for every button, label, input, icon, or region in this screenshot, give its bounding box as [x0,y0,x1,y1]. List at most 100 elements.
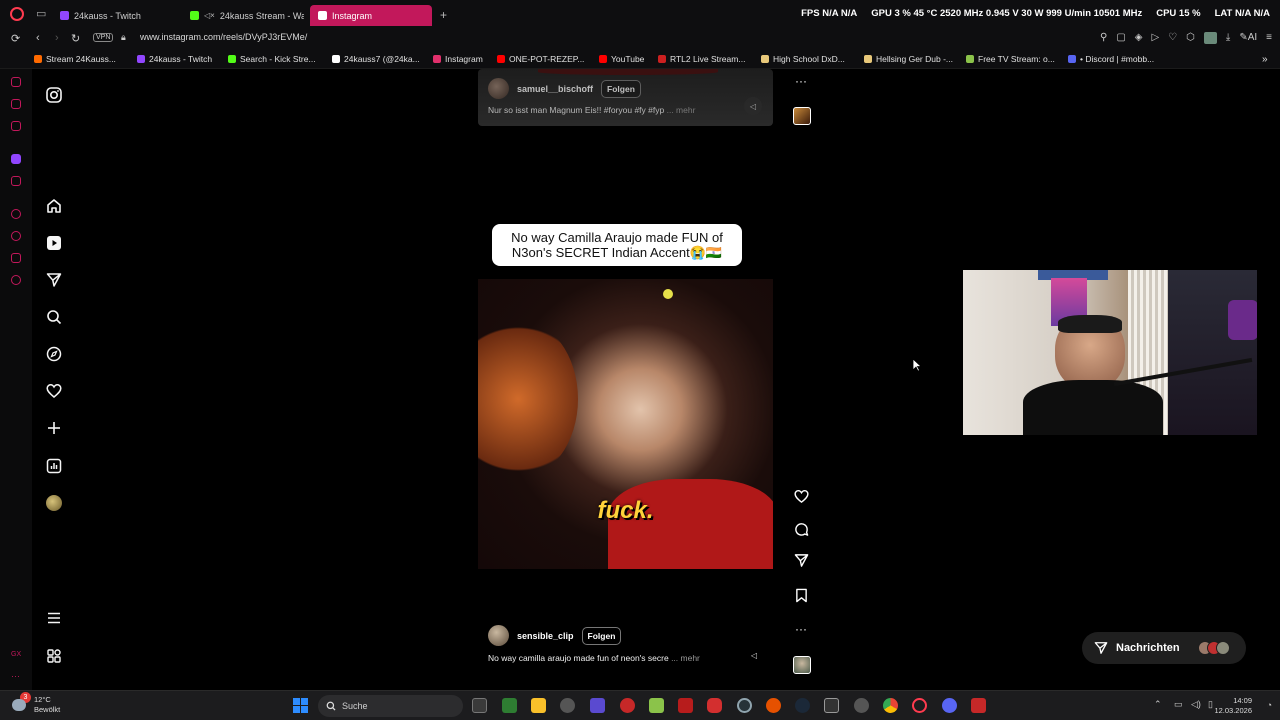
weather-widget[interactable]: 12°C Bewölkt [34,695,60,715]
more-options-icon[interactable]: ··· [792,72,810,90]
reel-previous[interactable]: samuel__bischoff Folgen Nur so isst man … [478,69,773,126]
reel-username[interactable]: samuel__bischoff [517,84,593,94]
history-icon[interactable] [11,231,21,241]
bookmark-item[interactable]: • Discord | #mobb... [1068,54,1154,64]
audio-thumbnail[interactable] [793,656,811,674]
profile-avatar[interactable] [44,493,64,513]
gx-icon[interactable]: GX [11,651,21,661]
opera-icon[interactable] [620,698,635,713]
more-link[interactable]: ... mehr [671,653,700,663]
notifications-heart-icon[interactable] [44,381,64,401]
settings-gear-icon[interactable] [854,698,869,713]
youtube-sidebar-icon[interactable] [11,176,21,186]
heart-icon[interactable]: ♡ [1168,32,1177,44]
play-icon[interactable]: ▷ [1152,32,1160,44]
steam-icon[interactable] [795,698,810,713]
aria-icon[interactable] [11,77,21,87]
windows-start-icon[interactable] [293,698,309,714]
tab-instagram[interactable]: Instagram [310,5,432,26]
download-icon[interactable]: ⤓ [1226,32,1230,44]
bookmark-item[interactable]: YouTube [599,54,644,64]
more-options-icon[interactable]: ··· [792,620,810,638]
direct-send-icon[interactable] [44,270,64,290]
epic-games-icon[interactable] [824,698,839,713]
url-field[interactable]: www.instagram.com/reels/DVyPJ3rEVMe/ [140,32,307,42]
battery-icon[interactable]: ▯ [1208,699,1213,710]
bookmark-item[interactable]: ONE-POT-REZEP... [497,54,584,64]
search-icon[interactable] [44,307,64,327]
chrome-icon[interactable] [883,698,898,713]
save-bookmark-icon[interactable] [792,586,810,604]
more-link[interactable]: ... mehr [667,105,696,115]
volume-icon[interactable]: ◁) [1191,699,1201,710]
bookmark-item[interactable]: High School DxD... [761,54,845,64]
mute-icon[interactable]: ◁ [744,97,762,115]
file-explorer-icon[interactable] [531,698,546,713]
mute-icon[interactable]: ◁ [745,646,763,664]
reel-description[interactable]: Nur so isst man Magnum Eis!! #foryou #fy… [488,105,695,115]
comment-icon[interactable] [792,520,810,538]
snapshot-icon[interactable]: ▢ [1116,32,1125,44]
new-tab-button[interactable]: + [440,8,447,22]
extensions-icon[interactable]: ⬡ [1186,32,1195,44]
reel-description[interactable]: No way camilla araujo made fun of neon's… [488,653,700,663]
network-icon[interactable]: ▭ [1174,699,1183,710]
obs-icon[interactable] [737,698,752,713]
opera-logo-icon[interactable] [10,7,24,21]
player-icon[interactable] [11,209,21,219]
settings-icon[interactable] [11,275,21,285]
ai-icon[interactable]: ✎AI [1239,32,1257,44]
bookmark-item[interactable]: 24kauss7 (@24ka... [332,54,420,64]
messages-button[interactable]: Nachrichten [1082,632,1246,664]
bookmark-item[interactable]: Search - Kick Stre... [228,54,316,64]
follow-button[interactable]: Folgen [601,79,641,98]
home-icon[interactable] [44,196,64,216]
firefox-icon[interactable] [766,698,781,713]
shield-icon[interactable]: ◈ [1135,32,1143,44]
more-menu-icon[interactable] [44,608,64,628]
audio-thumbnail[interactable] [793,107,811,125]
tray-chevron-icon[interactable]: ⌃ [1154,699,1162,710]
bookmark-item[interactable]: Free TV Stream: o... [966,54,1055,64]
discord-icon[interactable] [942,698,957,713]
bookmarks-overflow-icon[interactable]: » [1262,54,1268,65]
tab-overview-icon[interactable]: ▭ [36,8,48,20]
messenger-icon[interactable] [11,121,21,131]
vpn-badge[interactable]: VPN [93,33,114,42]
follow-button[interactable]: Folgen [581,626,622,645]
refresh-icon[interactable]: ↻ [71,32,80,45]
bookmark-item[interactable]: Stream 24Kauss... [34,54,116,64]
mouse-app-icon[interactable] [560,698,575,713]
bookmark-item[interactable]: RTL2 Live Stream... [658,54,745,64]
crypto-wallet-icon[interactable] [11,99,21,109]
task-view-icon[interactable] [472,698,487,713]
lock-icon[interactable]: 🔒︎ [121,32,126,43]
create-plus-icon[interactable] [44,418,64,438]
twitch-sidebar-icon[interactable] [11,154,21,164]
bookmark-item[interactable]: Hellsing Ger Dub -... [864,54,953,64]
notifications-bell-icon[interactable]: ◔ [1267,700,1272,710]
avatar[interactable] [488,625,509,646]
reel-current[interactable]: No way Camilla Araujo made FUN of N3on's… [478,149,773,675]
vegas-icon[interactable] [590,698,605,713]
like-icon[interactable] [792,487,810,505]
system-clock[interactable]: 14:09 12.03.2026 [1214,696,1252,716]
menu-icon[interactable]: ≡ [1266,32,1272,44]
recorder-icon[interactable] [707,698,722,713]
reels-icon[interactable] [44,233,64,253]
pin-icon[interactable]: ⚲ [1100,32,1107,44]
share-icon[interactable] [792,551,810,569]
taskbar-search[interactable]: Suche [318,695,463,717]
avatar[interactable] [488,78,509,99]
instagram-logo-icon[interactable] [44,85,64,105]
extensions-sidebar-icon[interactable] [11,253,21,263]
dashboard-icon[interactable] [44,456,64,476]
explore-compass-icon[interactable] [44,344,64,364]
opera-gx-icon[interactable] [912,698,927,713]
app-icon[interactable] [971,698,986,713]
profile-icon[interactable] [1203,32,1217,44]
tab-twitch[interactable]: 24kauss - Twitch [52,5,174,26]
minecraft-icon[interactable] [649,698,664,713]
calculator-icon[interactable] [502,698,517,713]
bookmark-item[interactable]: Instagram [433,54,483,64]
